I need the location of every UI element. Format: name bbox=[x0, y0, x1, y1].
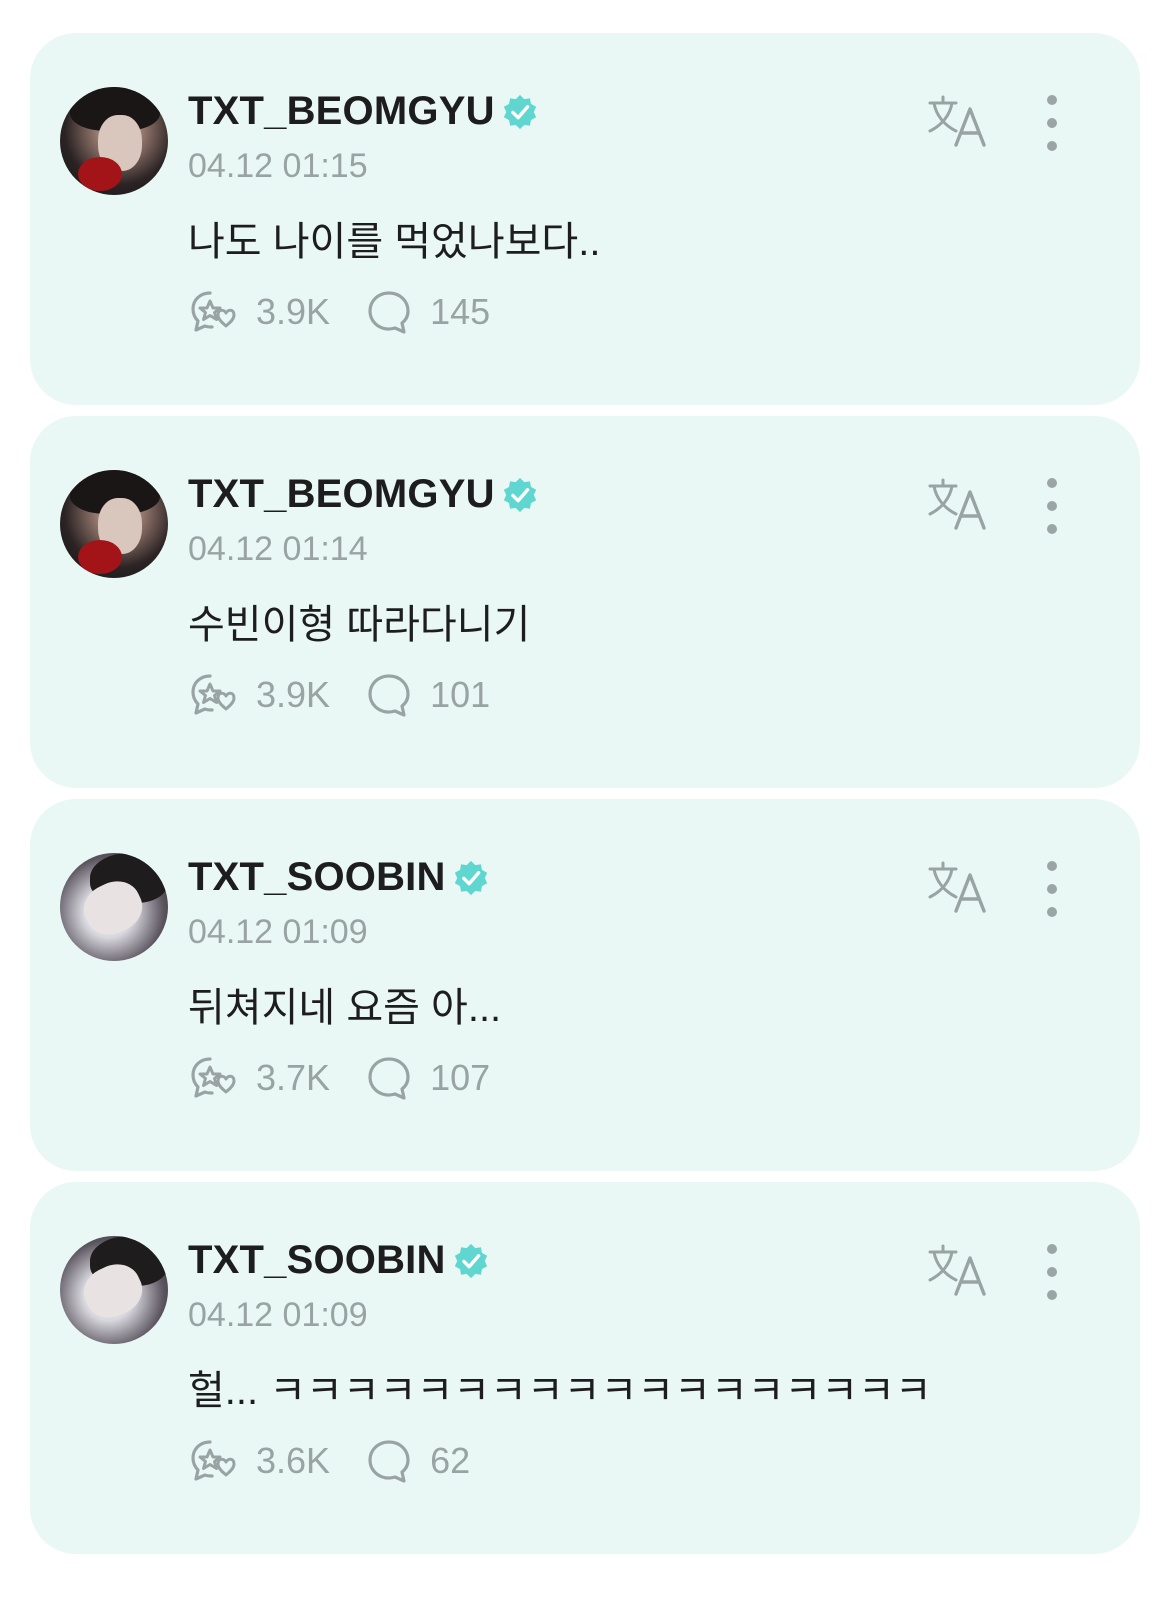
timestamp: 04.12 01:09 bbox=[188, 913, 368, 951]
vertical-ellipsis-icon bbox=[1047, 1267, 1057, 1277]
username[interactable]: TXT_SOOBIN bbox=[188, 1238, 446, 1283]
translate-icon[interactable] bbox=[926, 93, 990, 149]
vertical-ellipsis-icon bbox=[1047, 861, 1057, 871]
timestamp: 04.12 01:09 bbox=[188, 1296, 368, 1334]
more-options-button[interactable] bbox=[1032, 478, 1072, 534]
translate-icon[interactable] bbox=[926, 476, 990, 532]
vertical-ellipsis-icon bbox=[1047, 141, 1057, 151]
star-heart-bubble-icon bbox=[191, 1057, 236, 1098]
vertical-ellipsis-icon bbox=[1047, 524, 1057, 534]
post-text[interactable]: 수빈이형 따라다니기 bbox=[188, 592, 530, 650]
speech-bubble-icon bbox=[368, 1057, 410, 1100]
like-count: 3.6K bbox=[256, 1440, 331, 1481]
vertical-ellipsis-icon bbox=[1047, 95, 1057, 105]
vertical-ellipsis-icon bbox=[1047, 501, 1057, 511]
vertical-ellipsis-icon bbox=[1047, 118, 1057, 128]
like-count: 3.9K bbox=[256, 291, 331, 332]
comment-count: 62 bbox=[430, 1440, 471, 1481]
post-feed: TXT_BEOMGYU 04.12 01:15 나도 나이를 먹었나보다.. 3… bbox=[0, 0, 1170, 1620]
avatar-rose bbox=[78, 540, 122, 574]
more-options-button[interactable] bbox=[1032, 861, 1072, 917]
star-heart-bubble-icon bbox=[191, 674, 236, 715]
like-button[interactable]: 3.9K bbox=[188, 670, 330, 720]
post-stats: 3.7K 107 bbox=[188, 1053, 526, 1103]
translate-icon[interactable] bbox=[926, 1242, 990, 1298]
username[interactable]: TXT_BEOMGYU bbox=[188, 89, 495, 134]
post-text[interactable]: 나도 나이를 먹었나보다.. bbox=[188, 209, 600, 267]
like-count: 3.7K bbox=[256, 1057, 331, 1098]
timestamp: 04.12 01:14 bbox=[188, 530, 368, 568]
star-heart-bubble-icon bbox=[191, 291, 236, 332]
verified-badge-icon bbox=[503, 477, 536, 512]
vertical-ellipsis-icon bbox=[1047, 1290, 1057, 1300]
username-row[interactable]: TXT_SOOBIN bbox=[188, 1238, 490, 1283]
username[interactable]: TXT_SOOBIN bbox=[188, 855, 446, 900]
post-card[interactable]: TXT_BEOMGYU 04.12 01:15 나도 나이를 먹었나보다.. 3… bbox=[30, 33, 1140, 405]
like-button[interactable]: 3.6K bbox=[188, 1436, 330, 1486]
post-stats: 3.9K 145 bbox=[188, 287, 526, 337]
speech-bubble-icon bbox=[368, 674, 410, 717]
username-row[interactable]: TXT_SOOBIN bbox=[188, 855, 490, 900]
post-text[interactable]: 헐... ㅋㅋㅋㅋㅋㅋㅋㅋㅋㅋㅋㅋㅋㅋㅋㅋㅋㅋ bbox=[188, 1358, 932, 1416]
speech-bubble-icon bbox=[368, 291, 410, 334]
more-options-button[interactable] bbox=[1032, 1244, 1072, 1300]
vertical-ellipsis-icon bbox=[1047, 478, 1057, 488]
username-row[interactable]: TXT_BEOMGYU bbox=[188, 89, 539, 134]
comment-count: 101 bbox=[430, 674, 491, 715]
comment-count: 107 bbox=[430, 1057, 491, 1098]
post-text[interactable]: 뒤쳐지네 요즘 아... bbox=[188, 975, 501, 1033]
star-heart-bubble-icon bbox=[191, 1440, 236, 1481]
post-card[interactable]: TXT_SOOBIN 04.12 01:09 헐... ㅋㅋㅋㅋㅋㅋㅋㅋㅋㅋㅋㅋ… bbox=[30, 1182, 1140, 1554]
vertical-ellipsis-icon bbox=[1047, 884, 1057, 894]
post-card[interactable]: TXT_BEOMGYU 04.12 01:14 수빈이형 따라다니기 3.9K bbox=[30, 416, 1140, 788]
like-button[interactable]: 3.9K bbox=[188, 287, 330, 337]
username-row[interactable]: TXT_BEOMGYU bbox=[188, 472, 539, 517]
verified-badge-icon bbox=[503, 94, 536, 129]
speech-bubble-icon bbox=[368, 1440, 410, 1483]
verified-badge-icon bbox=[454, 1243, 487, 1278]
post-stats: 3.6K 62 bbox=[188, 1436, 506, 1486]
like-count: 3.9K bbox=[256, 674, 331, 715]
avatar[interactable] bbox=[60, 470, 168, 578]
comment-button[interactable]: 107 bbox=[366, 1055, 490, 1101]
avatar-rose bbox=[78, 157, 122, 191]
comment-button[interactable]: 62 bbox=[366, 1438, 470, 1484]
like-button[interactable]: 3.7K bbox=[188, 1053, 330, 1103]
avatar[interactable] bbox=[60, 1236, 168, 1344]
translate-icon[interactable] bbox=[926, 859, 990, 915]
timestamp: 04.12 01:15 bbox=[188, 147, 368, 185]
username[interactable]: TXT_BEOMGYU bbox=[188, 472, 495, 517]
comment-button[interactable]: 145 bbox=[366, 289, 490, 335]
vertical-ellipsis-icon bbox=[1047, 907, 1057, 917]
comment-count: 145 bbox=[430, 291, 491, 332]
avatar[interactable] bbox=[60, 87, 168, 195]
more-options-button[interactable] bbox=[1032, 95, 1072, 151]
post-card[interactable]: TXT_SOOBIN 04.12 01:09 뒤쳐지네 요즘 아... 3.7K bbox=[30, 799, 1140, 1171]
vertical-ellipsis-icon bbox=[1047, 1244, 1057, 1254]
avatar[interactable] bbox=[60, 853, 168, 961]
post-stats: 3.9K 101 bbox=[188, 670, 526, 720]
comment-button[interactable]: 101 bbox=[366, 672, 490, 718]
verified-badge-icon bbox=[454, 860, 487, 895]
